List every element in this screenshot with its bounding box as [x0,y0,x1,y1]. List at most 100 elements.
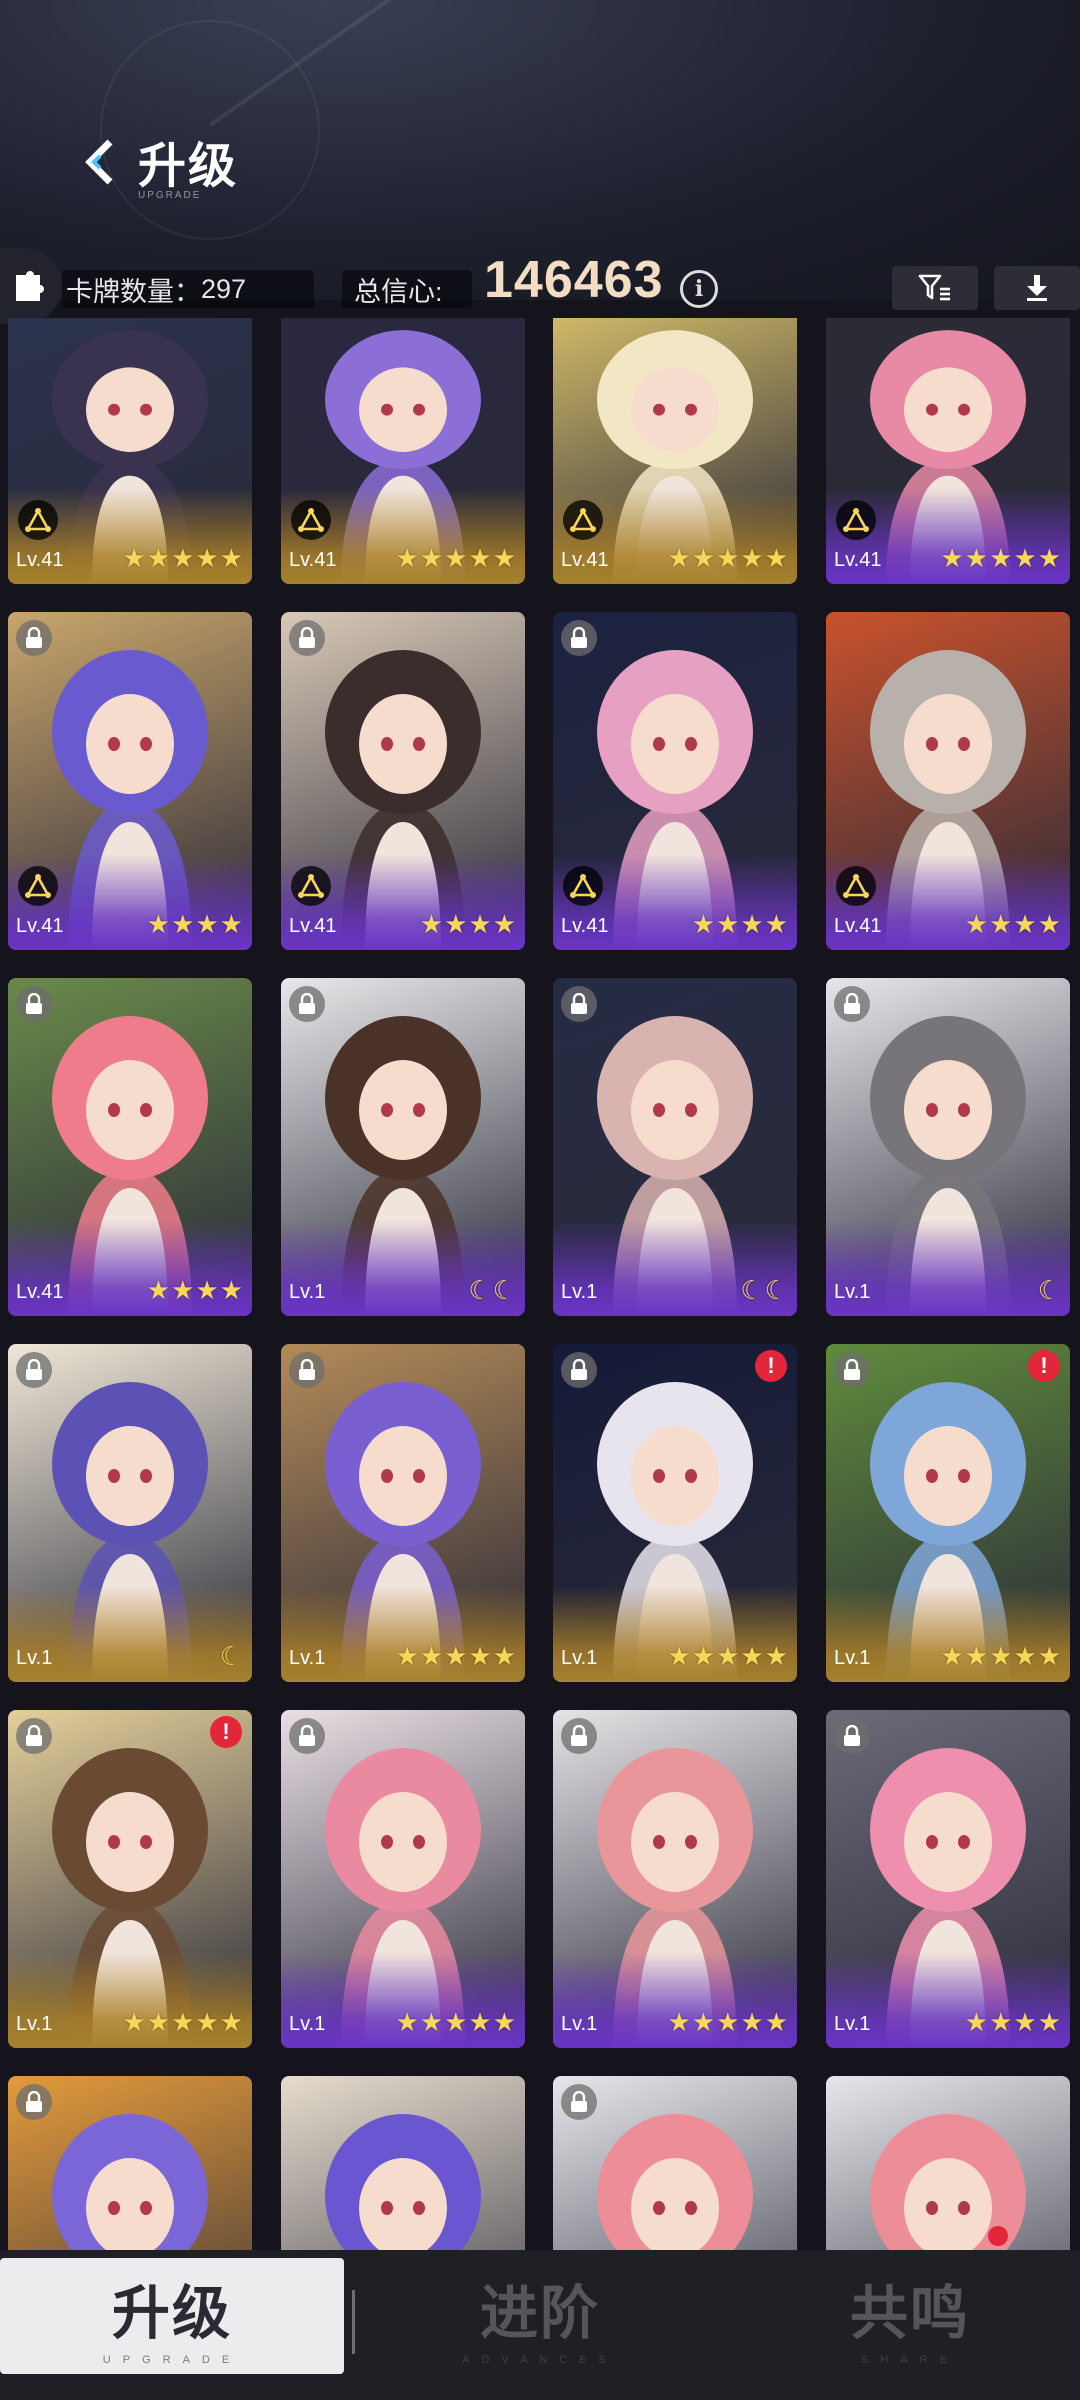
card-star-rank: ★★★★★ [667,1641,789,1671]
lock-icon[interactable] [289,986,325,1022]
tab-share[interactable]: 共鸣 SHARE [770,2258,1050,2374]
card-star-rank: ★★★★★ [395,543,517,573]
card-level: Lv.1 [561,2013,598,2035]
lock-icon[interactable] [561,1718,597,1754]
puzzle-icon [16,271,44,301]
alert-badge-icon: ! [210,1716,242,1748]
card-grid: Lv.41 ★★★★★ Lv.41 ★★★★★ Lv.41 ★★★★★ Lv.41 ★★★★★… [0,318,1080,2250]
card-level: Lv.41 [289,549,337,571]
total-trust-label: 总信心: [342,270,472,308]
card-star-rank: ★★★★ [964,909,1062,939]
character-card[interactable]: Lv.41 ★★★★ [826,612,1070,950]
download-button[interactable] [994,266,1080,310]
lock-icon[interactable] [289,1718,325,1754]
card-level: Lv.1 [289,1281,326,1303]
lock-icon[interactable] [834,1352,870,1388]
character-card[interactable]: Lv.41 ★★★★★ [553,318,797,584]
card-level: Lv.41 [289,915,337,937]
character-card[interactable]: Lv.1 ★★★★★! [553,1344,797,1682]
character-card[interactable]: Lv.1 ★★★★★ [281,1344,525,1682]
character-card[interactable]: Lv.41 ★★★★★ [281,318,525,584]
card-level: Lv.1 [561,1647,598,1669]
card-moon-rank: ☾ [1037,1276,1062,1306]
character-card[interactable]: Lv.41 ★★★★ [8,978,252,1316]
tab-upgrade-sublabel: UPGRADE [102,2354,242,2366]
character-card[interactable]: Lv.41 ★★★★ [8,612,252,950]
character-card[interactable] [826,2076,1070,2250]
info-icon[interactable]: i [680,270,718,308]
lock-icon[interactable] [561,1352,597,1388]
character-card[interactable]: Lv.41 ★★★★★ [8,318,252,584]
card-artwork [553,978,797,1316]
card-star-rank: ★★★★ [146,909,244,939]
card-level: Lv.41 [834,915,882,937]
card-artwork [826,978,1070,1316]
skill-triangle-icon [18,500,58,540]
card-artwork [8,978,252,1316]
character-card[interactable]: Lv.41 ★★★★ [281,612,525,950]
character-card[interactable]: Lv.1 ☾ [826,978,1070,1316]
skill-triangle-icon [836,866,876,906]
page-title: 升级 [138,140,239,193]
card-artwork [281,978,525,1316]
card-star-rank: ★★★★ [419,909,517,939]
download-icon [1027,275,1047,301]
lock-icon[interactable] [834,1718,870,1754]
lock-icon[interactable] [16,1352,52,1388]
lock-icon[interactable] [16,620,52,656]
character-card[interactable]: Lv.1 ☾ [8,1344,252,1682]
filter-button[interactable] [892,266,978,310]
character-card[interactable]: Lv.1 ★★★★ [826,1710,1070,2048]
skill-triangle-icon [563,500,603,540]
card-artwork [553,1710,797,2048]
lock-icon[interactable] [16,1718,52,1754]
alert-badge-icon: ! [1028,1350,1060,1382]
card-artwork [8,1344,252,1682]
tab-advances-label: 进阶 [479,2281,600,2346]
skill-triangle-icon [563,866,603,906]
character-card[interactable]: Lv.1 ★★★★★! [8,1710,252,2048]
card-level: Lv.1 [834,1647,871,1669]
lock-icon[interactable] [16,986,52,1022]
tab-upgrade[interactable]: 升级 UPGRADE [0,2258,344,2374]
card-artwork [553,1344,797,1682]
character-card[interactable] [553,2076,797,2250]
character-card[interactable] [8,2076,252,2250]
character-card[interactable]: Lv.1 ★★★★★! [826,1344,1070,1682]
card-artwork [826,2076,1070,2250]
card-level: Lv.41 [834,549,882,571]
character-card[interactable]: Lv.41 ★★★★★ [826,318,1070,584]
card-moon-rank: ☾☾ [740,1276,789,1306]
character-card[interactable]: Lv.1 ☾☾ [553,978,797,1316]
card-level: Lv.1 [16,1647,53,1669]
lock-icon[interactable] [561,2084,597,2120]
card-moon-rank: ☾☾ [468,1276,517,1306]
character-card[interactable]: Lv.1 ★★★★★ [553,1710,797,2048]
lock-icon[interactable] [16,2084,52,2120]
card-count-value: 297 [201,273,247,304]
character-card[interactable] [281,2076,525,2250]
lock-icon[interactable] [289,1352,325,1388]
card-star-rank: ★★★★ [964,2007,1062,2037]
card-level: Lv.1 [289,2013,326,2035]
skill-triangle-icon [836,500,876,540]
card-level: Lv.1 [561,1281,598,1303]
tab-advances[interactable]: 进阶 ADVANCES [400,2258,680,2374]
card-artwork [8,1710,252,2048]
skill-triangle-icon [18,866,58,906]
back-button[interactable] [72,132,132,192]
lock-icon[interactable] [834,986,870,1022]
card-artwork [826,1344,1070,1682]
tab-share-label: 共鸣 [849,2281,970,2346]
character-card[interactable]: Lv.41 ★★★★ [553,612,797,950]
back-chevron-icon [85,139,113,185]
lock-icon[interactable] [561,620,597,656]
lock-icon[interactable] [289,620,325,656]
card-level: Lv.41 [561,549,609,571]
bottom-tab-bar: 升级 UPGRADE 进阶 ADVANCES 共鸣 SHARE [0,2250,1080,2400]
lock-icon[interactable] [561,986,597,1022]
character-card[interactable]: Lv.1 ☾☾ [281,978,525,1316]
alert-badge-icon: ! [755,1350,787,1382]
card-artwork [281,1344,525,1682]
character-card[interactable]: Lv.1 ★★★★★ [281,1710,525,2048]
